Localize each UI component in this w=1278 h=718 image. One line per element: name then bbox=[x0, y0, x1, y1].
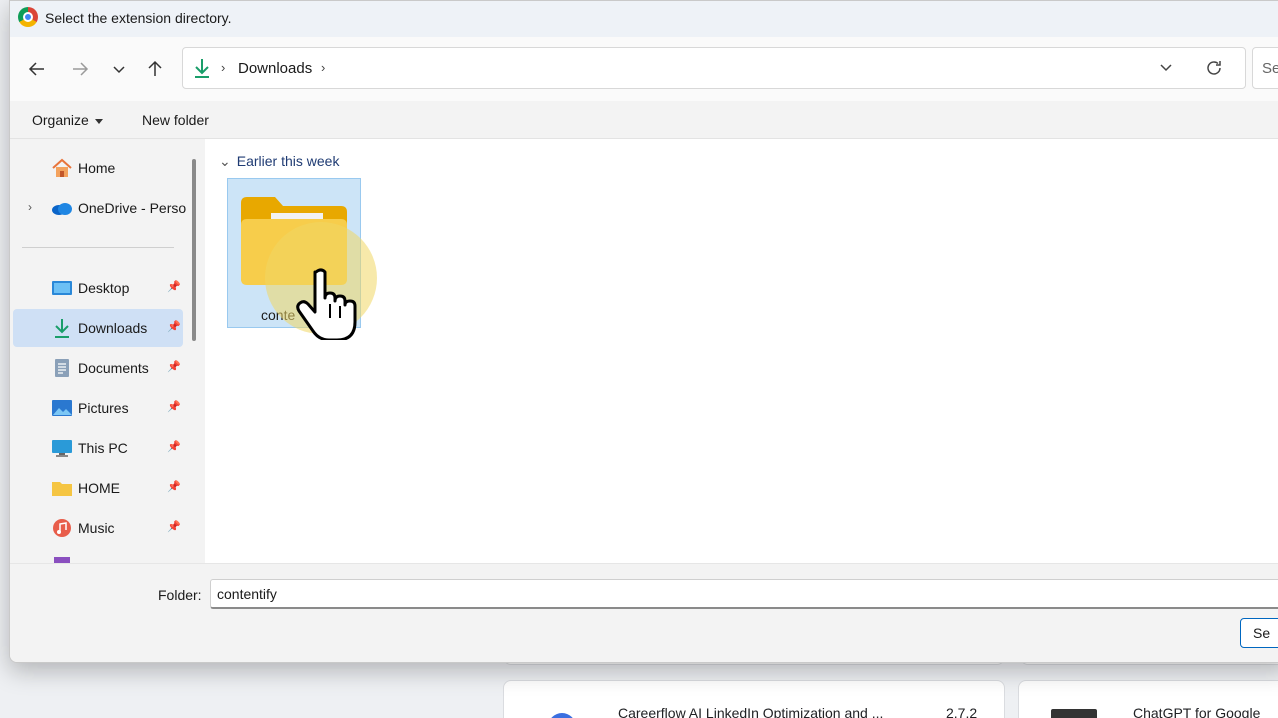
pin-icon[interactable]: 📌 bbox=[167, 280, 181, 293]
sidebar-item-label: Home bbox=[78, 160, 116, 176]
dialog-titlebar[interactable]: Select the extension directory. bbox=[10, 1, 1278, 37]
sidebar-item-music[interactable]: Music 📌 bbox=[13, 509, 183, 547]
caret-down-icon bbox=[94, 118, 103, 124]
onedrive-cloud-icon bbox=[52, 203, 72, 215]
chevron-down-icon: ⌄ bbox=[219, 153, 231, 169]
sidebar-item-desktop[interactable]: Desktop 📌 bbox=[13, 269, 183, 307]
search-input[interactable]: Se bbox=[1252, 47, 1278, 89]
sidebar-item-label: Pictures bbox=[78, 400, 129, 416]
pin-icon[interactable]: 📌 bbox=[167, 440, 181, 453]
sidebar-item-label: HOME bbox=[78, 480, 120, 496]
dialog-title: Select the extension directory. bbox=[45, 10, 232, 26]
navigation-bar: › Downloads › Se bbox=[10, 37, 1278, 101]
organize-button[interactable]: Organize bbox=[32, 112, 103, 128]
careerflow-logo-icon bbox=[548, 713, 576, 718]
arrow-up-icon bbox=[148, 60, 162, 76]
sidebar-item-label: This PC bbox=[78, 440, 128, 456]
hand-pointer-icon bbox=[296, 268, 357, 340]
back-button[interactable] bbox=[21, 53, 53, 85]
pictures-icon bbox=[52, 400, 72, 416]
search-placeholder: Se bbox=[1262, 60, 1278, 77]
download-icon bbox=[195, 59, 209, 78]
pin-icon[interactable]: 📌 bbox=[167, 360, 181, 373]
select-folder-button[interactable]: Se bbox=[1240, 618, 1278, 648]
pin-icon[interactable]: 📌 bbox=[167, 480, 181, 493]
sidebar-item-downloads[interactable]: Downloads 📌 bbox=[13, 309, 183, 347]
refresh-icon[interactable] bbox=[1205, 59, 1223, 77]
chevron-down-icon bbox=[113, 66, 125, 74]
extension-version: 2.7.2 bbox=[946, 705, 978, 718]
download-icon bbox=[55, 319, 69, 338]
sidebar-item-pictures[interactable]: Pictures 📌 bbox=[13, 389, 183, 427]
extension-card-chatgpt[interactable]: ChatGPT for Google bbox=[1018, 680, 1278, 718]
extension-title: ChatGPT for Google bbox=[1133, 705, 1261, 718]
chrome-icon bbox=[18, 7, 38, 27]
desktop-icon bbox=[52, 281, 72, 295]
music-icon bbox=[53, 519, 71, 537]
extension-card-careerflow[interactable]: Careerflow AI LinkedIn Optimization and … bbox=[503, 680, 1005, 718]
sidebar-item-home-folder[interactable]: HOME 📌 bbox=[13, 469, 183, 507]
sidebar-scrollbar[interactable] bbox=[192, 159, 196, 341]
sidebar-item-label: Desktop bbox=[78, 280, 130, 296]
arrow-left-icon bbox=[28, 62, 44, 76]
group-header[interactable]: ⌄ Earlier this week bbox=[219, 153, 339, 170]
arrow-right-icon bbox=[73, 62, 89, 76]
breadcrumb-downloads[interactable]: Downloads bbox=[238, 60, 312, 77]
extension-title: Careerflow AI LinkedIn Optimization and … bbox=[618, 705, 884, 718]
sidebar-item-label: Music bbox=[78, 520, 115, 536]
sidebar-item-onedrive[interactable]: › OneDrive - Perso bbox=[13, 189, 187, 227]
navigation-pane: Home › OneDrive - Perso Desktop 📌 Downlo… bbox=[10, 139, 205, 563]
up-button[interactable] bbox=[139, 53, 171, 85]
pin-icon[interactable]: 📌 bbox=[167, 400, 181, 413]
recent-locations-button[interactable] bbox=[103, 53, 135, 85]
pin-icon[interactable]: 📌 bbox=[167, 320, 181, 333]
sidebar-item-label: OneDrive - Perso bbox=[78, 200, 187, 216]
home-icon bbox=[52, 158, 72, 177]
dialog-footer: Folder: Se bbox=[10, 563, 1278, 662]
chevron-right-icon[interactable]: › bbox=[321, 60, 325, 75]
file-list: ⌄Earlier this week conte bbox=[205, 139, 1278, 563]
pin-icon[interactable]: 📌 bbox=[167, 520, 181, 533]
forward-button[interactable] bbox=[64, 53, 96, 85]
group-label: Earlier this week bbox=[236, 153, 340, 169]
sidebar-item-home[interactable]: Home bbox=[13, 149, 183, 187]
monitor-icon bbox=[52, 440, 72, 457]
organize-label: Organize bbox=[32, 112, 89, 128]
sidebar-divider bbox=[22, 247, 174, 248]
new-folder-button[interactable]: New folder bbox=[142, 112, 209, 128]
sidebar-item-documents[interactable]: Documents 📌 bbox=[13, 349, 183, 387]
chatgpt-logo-icon bbox=[1051, 709, 1097, 718]
chevron-down-icon[interactable] bbox=[1159, 60, 1173, 74]
sidebar-item-label: Documents bbox=[78, 360, 149, 376]
sidebar-item-this-pc[interactable]: This PC 📌 bbox=[13, 429, 183, 467]
folder-label: Folder: bbox=[158, 587, 202, 603]
select-folder-dialog: Select the extension directory. › Downlo… bbox=[9, 0, 1278, 663]
chevron-right-icon: › bbox=[221, 60, 226, 75]
documents-icon bbox=[55, 359, 69, 377]
address-bar[interactable]: › Downloads › bbox=[182, 47, 1246, 89]
sidebar-item-label: Downloads bbox=[78, 320, 148, 336]
folder-field[interactable] bbox=[210, 579, 1278, 609]
chevron-right-icon[interactable]: › bbox=[28, 200, 32, 214]
command-bar: Organize New folder bbox=[10, 101, 1278, 139]
folder-icon bbox=[52, 482, 72, 496]
